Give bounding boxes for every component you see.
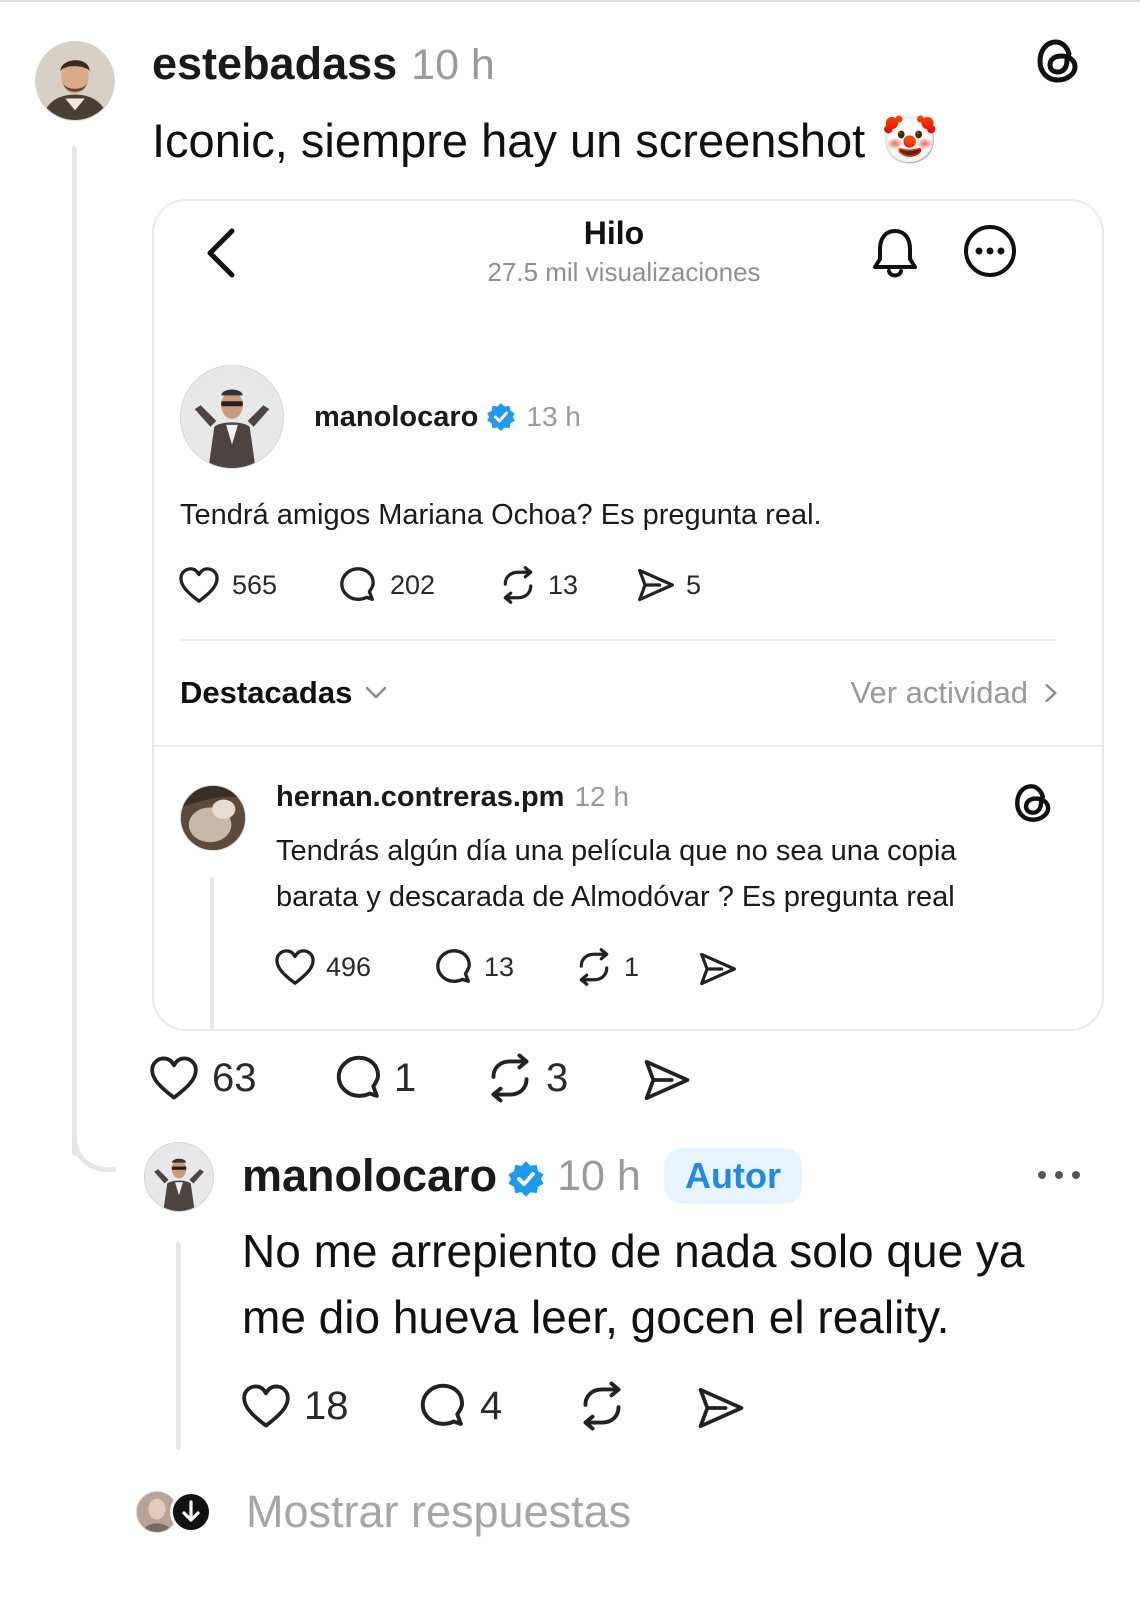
- post-repost-button[interactable]: 3: [484, 1052, 568, 1104]
- sort-label: Destacadas: [180, 675, 353, 710]
- post-reply-button[interactable]: 1: [334, 1052, 416, 1104]
- post-like-button[interactable]: 63: [148, 1052, 257, 1104]
- reply-like-button[interactable]: 496: [274, 945, 371, 989]
- thread-line-main: [72, 146, 77, 1156]
- repost-icon: [503, 566, 533, 604]
- reply-like-count: 496: [326, 951, 372, 982]
- repost-icon: [491, 1053, 529, 1103]
- author-reply-username[interactable]: manolocaro: [242, 1150, 497, 1202]
- original-repost-button[interactable]: 13: [498, 563, 578, 607]
- reply-text-line1: Tendrás algún día una película que no se…: [276, 835, 957, 867]
- author-reply-text-line2: me dio hueva leer, gocen el reality.: [242, 1291, 950, 1343]
- heart-icon: [150, 1056, 198, 1100]
- heart-icon: [242, 1384, 290, 1428]
- reply-reply-count: 13: [484, 951, 515, 982]
- bell-icon[interactable]: [870, 225, 920, 281]
- chevron-right-icon: [1045, 684, 1058, 702]
- embedded-thread-card[interactable]: Hilo 27.5 mil visualizaciones manolocaro: [152, 199, 1104, 1031]
- thread-curve: [72, 1126, 116, 1172]
- more-circle-icon[interactable]: [962, 223, 1018, 279]
- post-text: Iconic, siempre hay un screenshot: [152, 113, 866, 167]
- activity-link-label: Ver actividad: [850, 675, 1029, 710]
- original-share-count: 5: [686, 569, 702, 600]
- post-repost-count: 3: [546, 1055, 569, 1100]
- embed-divider-2: [154, 745, 1102, 747]
- author-badge: Autor: [664, 1148, 802, 1204]
- show-replies-label: Mostrar respuestas: [246, 1486, 632, 1537]
- avatar-estebadass[interactable]: [35, 41, 115, 121]
- activity-link[interactable]: Ver actividad: [794, 673, 1058, 713]
- post-text-row: Iconic, siempre hay un screenshot 🤡: [152, 110, 938, 170]
- post-like-count: 63: [212, 1055, 257, 1100]
- comment-icon: [420, 1383, 465, 1426]
- author-reply-text-line1: No me arrepiento de nada solo que ya: [242, 1225, 1025, 1277]
- share-icon: [698, 1387, 744, 1429]
- embed-divider-1: [180, 639, 1056, 641]
- author-reply-like-button[interactable]: 18: [240, 1380, 349, 1432]
- sort-dropdown[interactable]: Destacadas: [180, 673, 388, 713]
- repost-icon: [583, 1381, 621, 1431]
- author-reply-header: manolocaro 10 h: [242, 1148, 641, 1204]
- avatar-manolocaro-reply[interactable]: [144, 1142, 214, 1212]
- post-reply-count: 1: [394, 1055, 417, 1100]
- top-border: [0, 0, 1140, 2]
- heart-icon: [179, 567, 219, 603]
- author-reply-like-count: 18: [304, 1383, 349, 1428]
- heart-icon: [275, 949, 315, 985]
- reply-username[interactable]: hernan.contreras.pm: [276, 781, 564, 814]
- post-share-button[interactable]: [642, 1054, 692, 1106]
- author-reply-share-button[interactable]: [696, 1382, 746, 1434]
- original-share-button[interactable]: 5: [636, 563, 701, 607]
- share-icon: [700, 952, 736, 986]
- thread-line-card: [210, 877, 214, 1029]
- post-username[interactable]: estebadass: [152, 38, 397, 90]
- original-header: manolocaro 13 h: [314, 399, 581, 435]
- comment-icon: [340, 567, 375, 601]
- clown-emoji: 🤡: [881, 113, 939, 166]
- avatar-hernan[interactable]: [180, 785, 246, 851]
- author-reply-reply-count: 4: [480, 1383, 503, 1428]
- thread-line-reply: [176, 1242, 181, 1450]
- reply-share-button[interactable]: [698, 947, 738, 991]
- back-icon[interactable]: [202, 225, 242, 281]
- reply-time: 12 h: [574, 781, 629, 812]
- threads-logo-icon[interactable]: [1034, 36, 1084, 86]
- embed-header-subtitle: 27.5 mil visualizaciones: [487, 257, 761, 287]
- verified-icon: [507, 1157, 545, 1197]
- original-text: Tendrá amigos Mariana Ochoa? Es pregunta…: [180, 499, 822, 531]
- avatar-manolocaro-original[interactable]: [180, 365, 284, 469]
- post-time: 10 h: [411, 41, 495, 89]
- original-reply-button[interactable]: 202: [338, 563, 435, 607]
- original-time: 13 h: [526, 401, 581, 432]
- comment-icon: [336, 1055, 381, 1098]
- embed-header-title: Hilo: [583, 215, 645, 251]
- author-reply-time: 10 h: [557, 1151, 641, 1200]
- chevron-down-icon: [366, 686, 387, 699]
- verified-icon: [486, 402, 516, 432]
- author-reply-repost-button[interactable]: [576, 1380, 628, 1432]
- show-replies-row[interactable]: Mostrar respuestas: [136, 1484, 631, 1540]
- threads-logo-icon[interactable]: [1012, 781, 1056, 825]
- reply-repost-button[interactable]: 1: [574, 945, 639, 989]
- share-icon: [644, 1059, 690, 1101]
- post-header: estebadass 10 h: [152, 38, 495, 90]
- reply-header: hernan.contreras.pm 12 h: [276, 779, 629, 815]
- original-reply-count: 202: [390, 569, 436, 600]
- reply-repost-count: 1: [624, 951, 640, 982]
- share-icon: [638, 568, 674, 602]
- arrow-down-icon: [170, 1491, 212, 1533]
- reply-reply-button[interactable]: 13: [434, 945, 514, 989]
- reply-text-line2: barata y descarada de Almodóvar ? Es pre…: [276, 881, 955, 913]
- comment-icon: [436, 949, 471, 983]
- original-like-count: 565: [232, 569, 278, 600]
- repost-icon: [579, 948, 609, 986]
- author-reply-reply-button[interactable]: 4: [418, 1380, 502, 1432]
- original-repost-count: 13: [548, 569, 579, 600]
- original-like-button[interactable]: 565: [178, 563, 277, 607]
- more-dots-icon[interactable]: [1034, 1160, 1084, 1190]
- original-username[interactable]: manolocaro: [314, 401, 478, 434]
